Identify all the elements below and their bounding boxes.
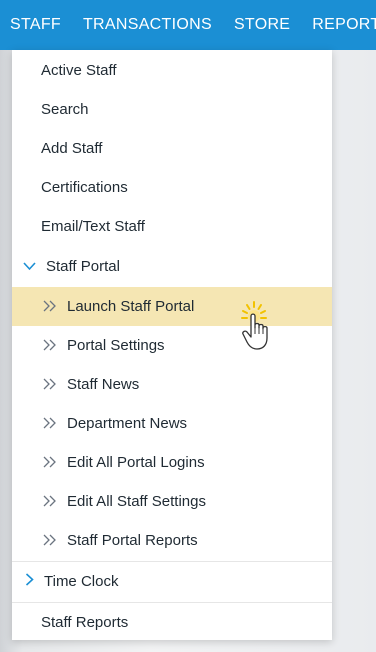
menu-item-email-text-staff[interactable]: Email/Text Staff: [12, 207, 332, 246]
menu-item-active-staff[interactable]: Active Staff: [12, 51, 332, 90]
submenu-item-label: Edit All Staff Settings: [67, 493, 206, 510]
submenu-item-launch-staff-portal[interactable]: Launch Staff Portal: [12, 287, 332, 326]
menu-item-label: Staff Reports: [41, 614, 129, 631]
nav-reports[interactable]: REPORTS: [301, 0, 376, 50]
staff-dropdown-menu: Active Staff Search Add Staff Certificat…: [12, 50, 332, 640]
nav-store-label: STORE: [233, 16, 291, 33]
menu-item-add-staff[interactable]: Add Staff: [12, 129, 332, 168]
menu-item-label: Email/Text Staff: [41, 218, 145, 235]
menu-item-label: Active Staff: [41, 62, 117, 79]
chevron-down-icon: [22, 258, 36, 275]
submenu-item-label: Department News: [67, 415, 188, 432]
menu-item-search[interactable]: Search: [12, 90, 332, 129]
menu-item-label: Staff Portal: [46, 258, 120, 275]
submenu-item-department-news[interactable]: Department News: [12, 404, 332, 443]
submenu-item-label: Staff Portal Reports: [67, 532, 198, 549]
double-chevron-right-icon: [42, 455, 60, 471]
chevron-right-icon: [22, 573, 36, 590]
submenu-item-label: Staff News: [67, 376, 140, 393]
menu-item-staff-portal[interactable]: Staff Portal: [12, 247, 332, 286]
top-nav-bar: STAFF TRANSACTIONS STORE REPORTS: [0, 0, 376, 50]
menu-item-label: Certifications: [41, 179, 128, 196]
menu-item-label: Add Staff: [41, 140, 103, 157]
menu-item-label: Search: [41, 101, 89, 118]
submenu-item-portal-settings[interactable]: Portal Settings: [12, 326, 332, 365]
menu-item-label: Time Clock: [44, 573, 119, 590]
nav-transactions-label: TRANSACTIONS: [82, 16, 212, 33]
double-chevron-right-icon: [42, 338, 60, 354]
double-chevron-right-icon: [42, 494, 60, 510]
nav-staff-label: STAFF: [10, 16, 61, 33]
menu-item-certifications[interactable]: Certifications: [12, 168, 332, 207]
submenu-item-label: Portal Settings: [67, 337, 165, 354]
nav-store[interactable]: STORE: [223, 0, 301, 50]
nav-transactions[interactable]: TRANSACTIONS: [72, 0, 223, 50]
nav-staff[interactable]: STAFF: [0, 0, 72, 50]
submenu-item-staff-portal-reports[interactable]: Staff Portal Reports: [12, 521, 332, 560]
double-chevron-right-icon: [42, 299, 60, 315]
submenu-item-edit-all-staff-settings[interactable]: Edit All Staff Settings: [12, 482, 332, 521]
submenu-item-edit-all-portal-logins[interactable]: Edit All Portal Logins: [12, 443, 332, 482]
double-chevron-right-icon: [42, 416, 60, 432]
double-chevron-right-icon: [42, 377, 60, 393]
submenu-item-staff-news[interactable]: Staff News: [12, 365, 332, 404]
submenu-item-label: Launch Staff Portal: [67, 298, 195, 315]
submenu-item-label: Edit All Portal Logins: [67, 454, 205, 471]
double-chevron-right-icon: [42, 533, 60, 549]
nav-reports-label: REPORTS: [312, 16, 376, 33]
menu-item-staff-reports[interactable]: Staff Reports: [12, 603, 332, 642]
hand-pointer-cursor-icon: [238, 300, 278, 355]
menu-item-time-clock[interactable]: Time Clock: [12, 562, 332, 601]
